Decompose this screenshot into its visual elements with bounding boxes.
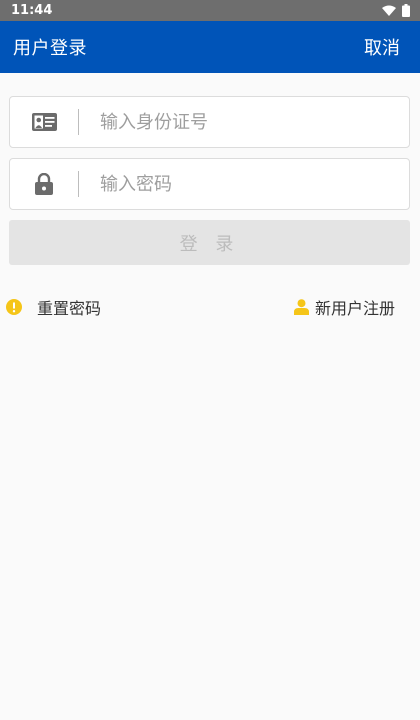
password-field xyxy=(9,158,410,210)
id-number-field xyxy=(9,96,410,148)
register-link[interactable]: 新用户注册 xyxy=(293,295,395,319)
status-icons xyxy=(382,4,410,17)
status-time: 11:44 xyxy=(11,3,53,18)
lock-icon xyxy=(10,173,78,195)
id-number-input[interactable] xyxy=(98,110,382,134)
wifi-icon xyxy=(382,5,396,16)
register-label: 新用户注册 xyxy=(314,299,395,318)
page-title: 用户登录 xyxy=(13,38,87,59)
id-card-icon xyxy=(10,113,78,131)
warning-icon xyxy=(6,299,22,315)
reset-password-label: 重置密码 xyxy=(37,299,102,318)
field-divider xyxy=(78,109,79,135)
status-bar: 11:44 xyxy=(0,0,420,21)
battery-icon xyxy=(402,4,410,17)
reset-password-link[interactable]: 重置密码 xyxy=(6,295,101,319)
password-input[interactable] xyxy=(98,172,382,196)
login-button[interactable]: 登 录 xyxy=(9,220,410,265)
field-divider xyxy=(78,171,79,197)
app-bar: 用户登录 取消 xyxy=(0,21,420,73)
user-icon xyxy=(293,299,309,315)
cancel-button[interactable]: 取消 xyxy=(364,34,400,60)
secondary-links: 重置密码 新用户注册 xyxy=(0,292,420,322)
